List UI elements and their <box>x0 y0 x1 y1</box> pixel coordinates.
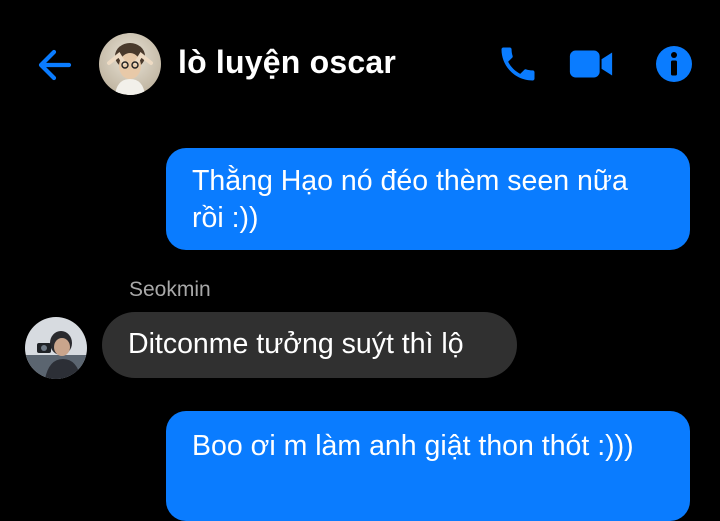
arrow-left-icon <box>38 49 72 81</box>
conversation-header: lò luyện oscar <box>0 0 720 118</box>
video-camera-icon <box>569 50 613 78</box>
video-call-button[interactable] <box>567 40 615 88</box>
info-button[interactable] <box>650 40 698 88</box>
contact-avatar[interactable] <box>99 33 161 95</box>
back-button[interactable] <box>32 42 78 88</box>
call-button[interactable] <box>494 40 542 88</box>
phone-icon <box>501 47 535 81</box>
sender-name: Seokmin <box>129 278 211 301</box>
incoming-message[interactable]: Ditconme tưởng suýt thì lộ <box>102 312 517 378</box>
sender-avatar[interactable] <box>25 317 87 379</box>
outgoing-message[interactable]: Boo ơi m làm anh giật thon thót :))) <box>166 411 690 521</box>
info-icon <box>656 46 692 82</box>
outgoing-message[interactable]: Thằng Hạo nó đéo thèm seen nữa rồi :)) <box>166 148 690 250</box>
contact-name[interactable]: lò luyện oscar <box>178 44 396 81</box>
